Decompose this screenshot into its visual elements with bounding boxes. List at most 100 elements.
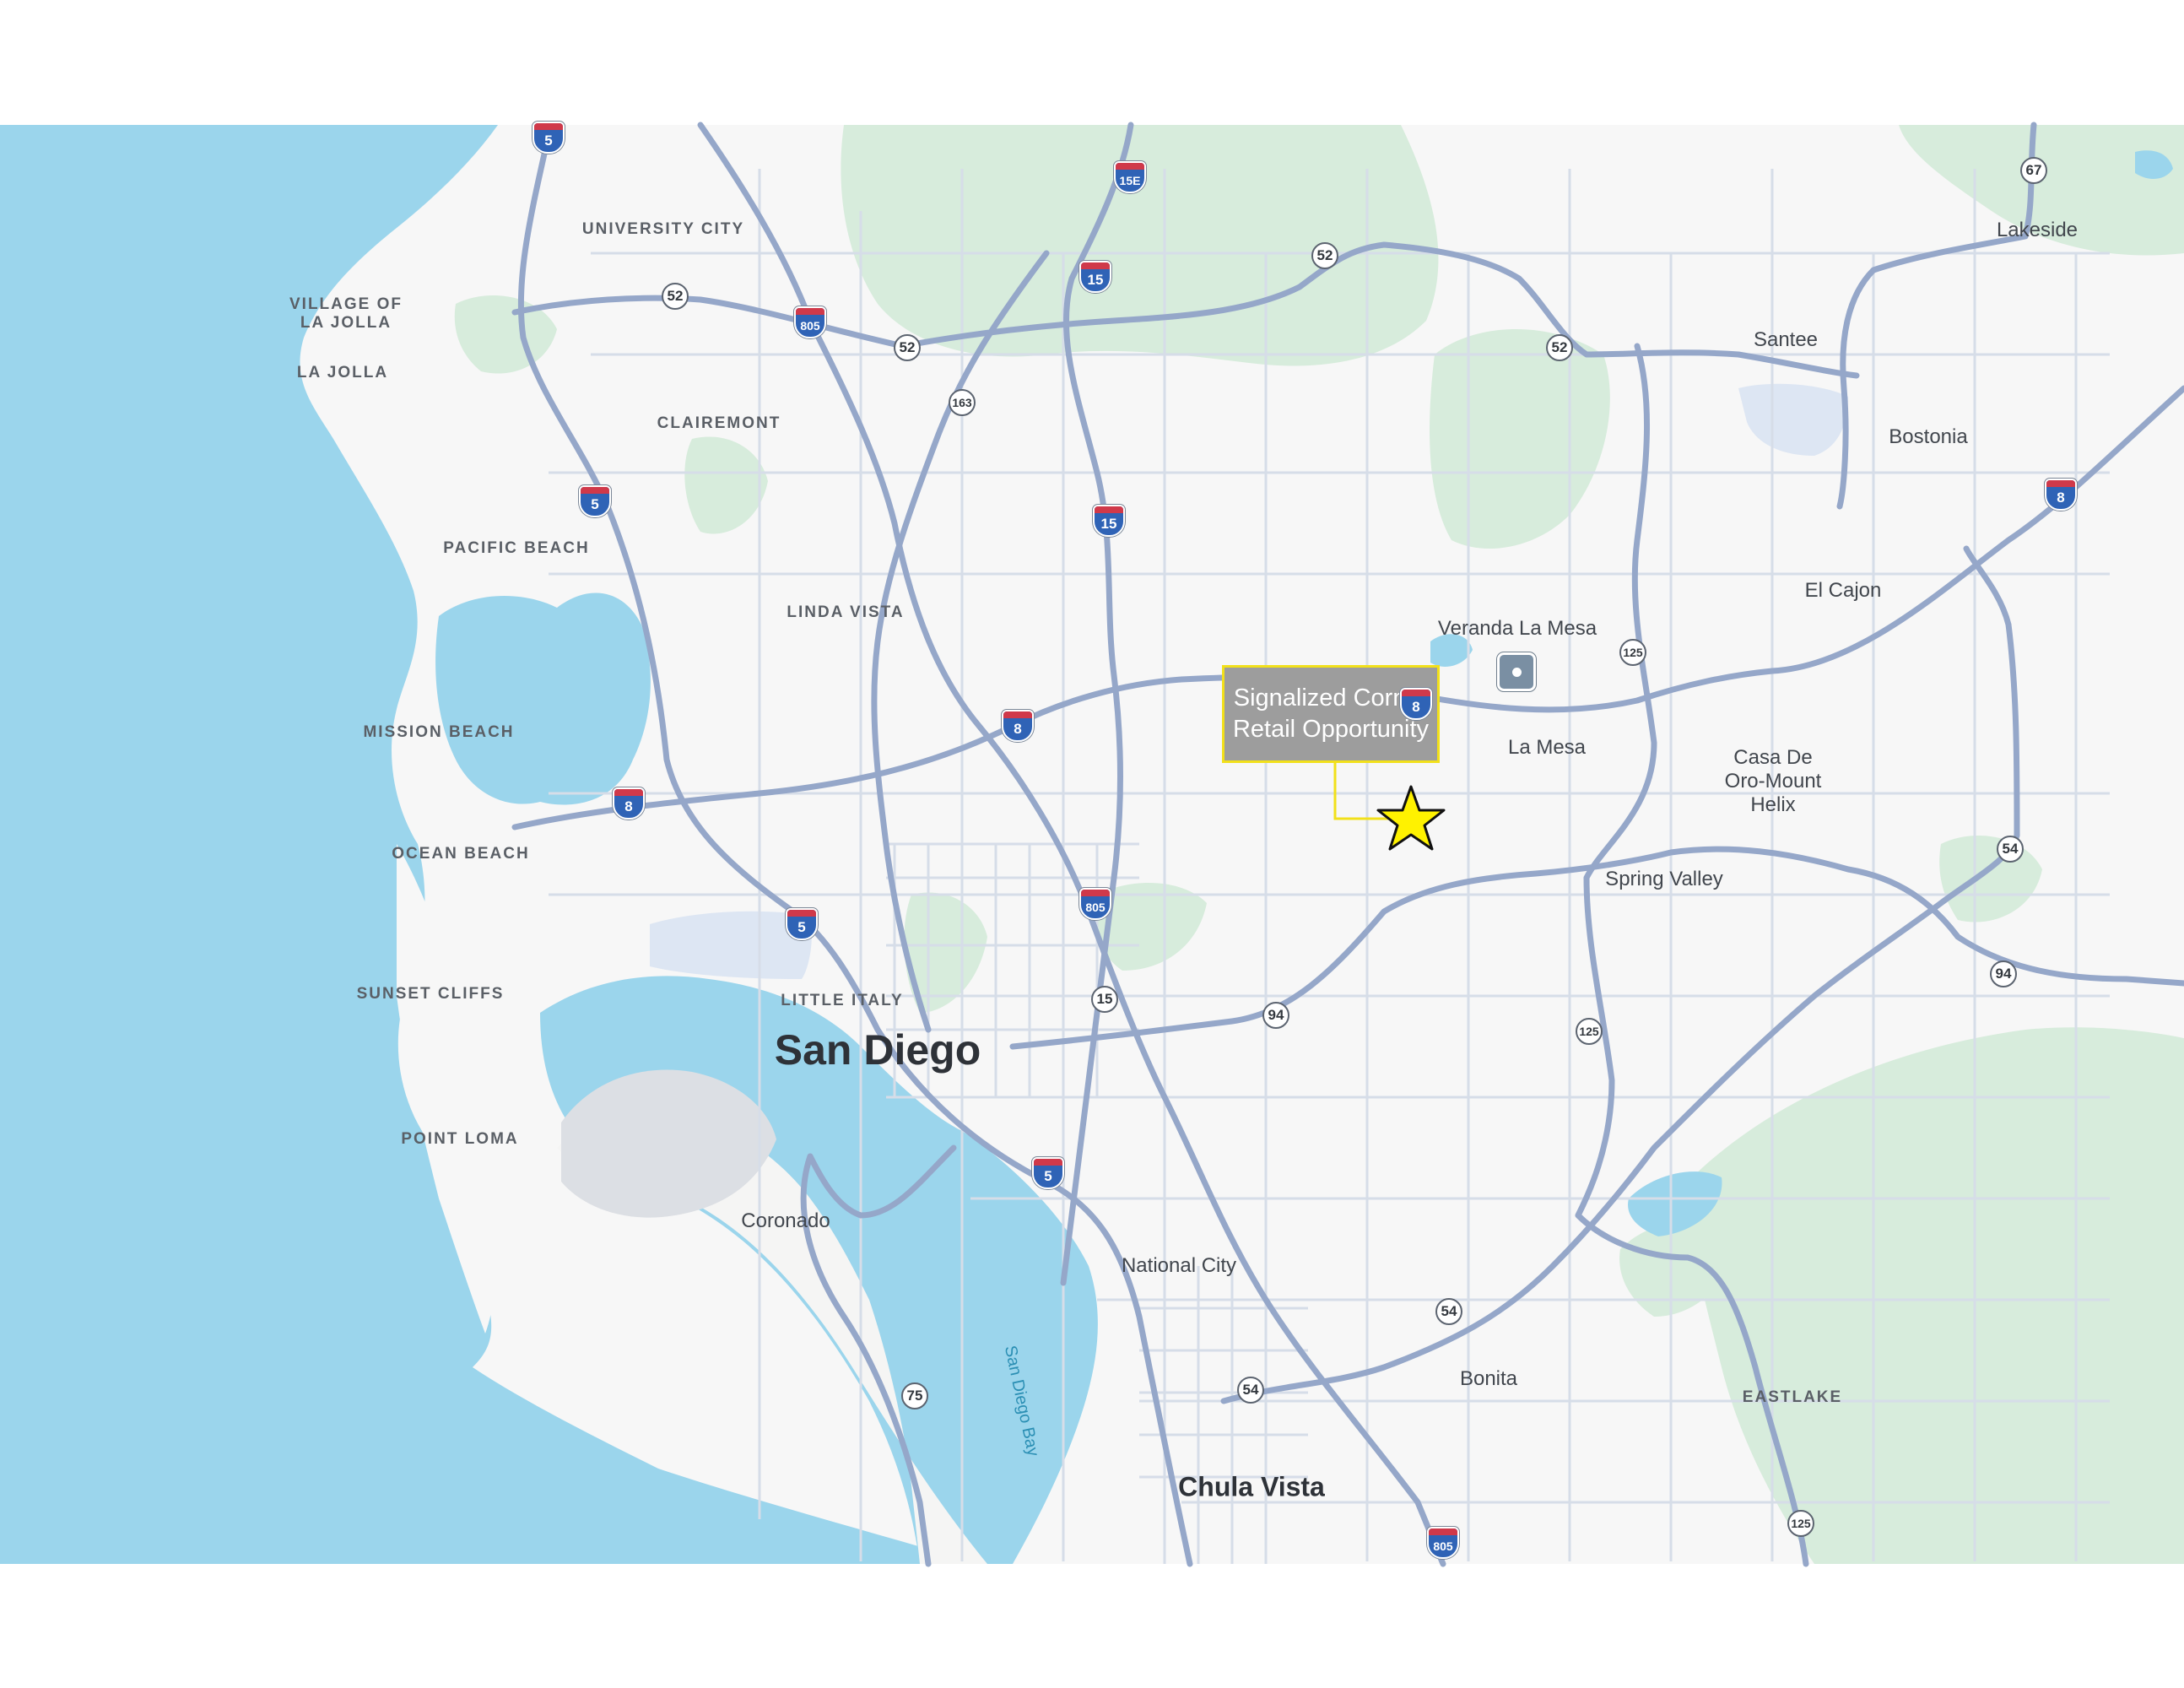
- state-route-shield-icon: 94: [1262, 1002, 1289, 1029]
- interstate-shield-icon: 5: [786, 908, 818, 940]
- interstate-shield-icon: 8: [1002, 710, 1034, 742]
- shield-number: 54: [1997, 836, 2024, 863]
- state-route-shield-icon: 75: [901, 1382, 928, 1409]
- shield-number: 805: [800, 319, 820, 333]
- shield-number: 67: [2020, 157, 2047, 184]
- shield-number: 15: [1100, 516, 1117, 532]
- map-canvas[interactable]: [0, 0, 2184, 1688]
- interstate-shield-icon: 15: [1093, 505, 1125, 537]
- place-label-clairemont: CLAIREMONT: [657, 414, 781, 432]
- state-route-shield-icon: 94: [1990, 960, 2017, 987]
- shield-number: 15E: [1119, 174, 1141, 187]
- shield-number: 52: [662, 283, 689, 310]
- interstate-shield-body: 805: [1079, 888, 1111, 920]
- interstate-shield-icon: 805: [1079, 888, 1111, 920]
- interstate-shield-body: 8: [1400, 688, 1432, 720]
- shield-number: 125: [1619, 639, 1646, 666]
- place-label-el-cajon: El Cajon: [1804, 579, 1882, 602]
- shield-cap: [1034, 1159, 1062, 1166]
- place-label-bostonia: Bostonia: [1889, 425, 1968, 448]
- interstate-shield-icon: 5: [532, 122, 565, 154]
- interstate-shield-body: 15: [1079, 261, 1111, 293]
- shield-number: 54: [1435, 1298, 1462, 1325]
- interstate-shield-icon: 5: [1032, 1157, 1064, 1189]
- interstate-shield-icon: 15E: [1114, 161, 1146, 193]
- shield-cap: [581, 487, 609, 494]
- interstate-shield-icon: 8: [613, 787, 645, 820]
- state-route-shield-icon: 125: [1576, 1018, 1603, 1045]
- landmark-poi-icon[interactable]: [1497, 652, 1536, 691]
- place-label-spring-valley: Spring Valley: [1605, 868, 1723, 890]
- place-label-coronado: Coronado: [741, 1209, 830, 1232]
- place-label-mission-beach: MISSION BEACH: [363, 723, 515, 741]
- shield-number: 54: [1237, 1377, 1264, 1404]
- shield-number: 94: [1990, 960, 2017, 987]
- state-route-shield-icon: 15: [1091, 986, 1118, 1013]
- interstate-shield-body: 805: [794, 306, 826, 338]
- shield-number: 8: [624, 798, 633, 814]
- place-label-national-city: National City: [1121, 1254, 1237, 1277]
- place-label-university-city: UNIVERSITY CITY: [581, 220, 745, 238]
- place-label-la-mesa: La Mesa: [1507, 736, 1587, 759]
- shield-cap: [1429, 1528, 1457, 1535]
- shield-number: 15: [1091, 986, 1118, 1013]
- place-label-little-italy: LITTLE ITALY: [781, 992, 904, 1009]
- shield-number: 5: [544, 133, 553, 149]
- interstate-shield-icon: 8: [1400, 688, 1432, 720]
- place-label-pacific-beach: PACIFIC BEACH: [443, 539, 590, 557]
- shield-number: 52: [1546, 334, 1573, 361]
- interstate-shield-icon: 805: [794, 306, 826, 338]
- place-label-sunset-cliffs: SUNSET CLIFFS: [356, 985, 505, 1003]
- state-route-shield-icon: 52: [662, 283, 689, 310]
- shield-number: 75: [901, 1382, 928, 1409]
- shield-number: 125: [1787, 1510, 1814, 1537]
- shield-number: 52: [1311, 242, 1338, 269]
- place-label-la-jolla: LA JOLLA: [296, 364, 389, 381]
- interstate-shield-icon: 805: [1427, 1527, 1459, 1559]
- shield-number: 94: [1262, 1002, 1289, 1029]
- place-label-lakeside: Lakeside: [1996, 219, 2079, 241]
- interstate-shield-body: 8: [1002, 710, 1034, 742]
- shield-number: 8: [1014, 721, 1022, 737]
- place-label-point-loma: POINT LOMA: [401, 1130, 519, 1148]
- place-label-village-of-la-jolla: VILLAGE OF LA JOLLA: [289, 295, 403, 332]
- state-route-shield-icon: 125: [1619, 639, 1646, 666]
- shield-cap: [1095, 506, 1123, 513]
- shield-number: 8: [2057, 490, 2065, 506]
- interstate-shield-body: 5: [532, 122, 565, 154]
- place-label-veranda-la-mesa: Veranda La Mesa: [1437, 617, 1597, 640]
- interstate-shield-body: 5: [579, 485, 611, 517]
- interstate-shield-icon: 5: [579, 485, 611, 517]
- shield-cap: [1003, 711, 1032, 718]
- shield-number: 15: [1087, 272, 1104, 288]
- interstate-shield-body: 8: [613, 787, 645, 820]
- shield-cap: [614, 789, 643, 796]
- state-route-shield-icon: 52: [1546, 334, 1573, 361]
- shield-number: 5: [1044, 1168, 1052, 1184]
- shield-cap: [1402, 690, 1430, 696]
- place-label-eastlake: EASTLAKE: [1742, 1388, 1843, 1406]
- shield-cap: [534, 123, 563, 130]
- place-label-santee: Santee: [1753, 328, 1819, 351]
- place-label-san-diego: San Diego: [774, 1026, 981, 1074]
- map-area: [0, 122, 2184, 1567]
- interstate-shield-body: 15E: [1114, 161, 1146, 193]
- shield-cap: [796, 308, 824, 315]
- state-route-shield-icon: 54: [1435, 1298, 1462, 1325]
- interstate-shield-body: 8: [2045, 479, 2077, 511]
- interstate-shield-body: 5: [786, 908, 818, 940]
- place-label-bonita: Bonita: [1459, 1367, 1518, 1390]
- shield-number: 805: [1085, 901, 1106, 914]
- shield-number: 52: [894, 334, 921, 361]
- place-label-chula-vista: Chula Vista: [1178, 1471, 1325, 1502]
- shield-number: 5: [797, 919, 806, 935]
- shield-number: 805: [1433, 1539, 1453, 1553]
- interstate-shield-icon: 15: [1079, 261, 1111, 293]
- place-label-casa-de-oro-mount-helix: Casa De Oro-Mount Helix: [1724, 746, 1822, 816]
- shield-cap: [1081, 890, 1110, 896]
- interstate-shield-body: 805: [1427, 1527, 1459, 1559]
- shield-cap: [1116, 163, 1144, 170]
- state-route-shield-icon: 125: [1787, 1510, 1814, 1537]
- state-route-shield-icon: 67: [2020, 157, 2047, 184]
- shield-number: 5: [591, 496, 599, 512]
